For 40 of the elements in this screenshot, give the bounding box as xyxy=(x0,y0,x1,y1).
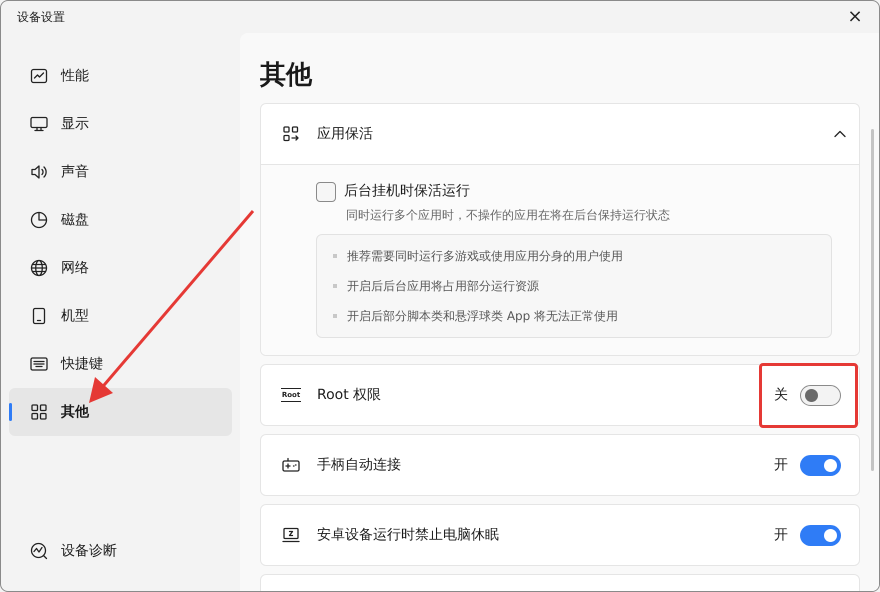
sidebar-item[interactable]: 机型 xyxy=(9,292,232,340)
setting-label: Root 权限 xyxy=(317,386,382,404)
laptop-sleep-icon xyxy=(281,525,301,545)
pie-chart-icon xyxy=(29,210,49,230)
section-title: 应用保活 xyxy=(317,124,374,144)
note-text: 开启后部分脚本类和悬浮球类 App 将无法正常使用 xyxy=(347,308,618,325)
bullet-icon xyxy=(333,284,337,288)
setting-label: 手柄自动连接 xyxy=(317,456,402,474)
toggle-state-text: 关 xyxy=(774,386,788,404)
sidebar-item[interactable]: 显示 xyxy=(9,100,232,148)
note-text: 推荐需要同时运行多游戏或使用应用分身的用户使用 xyxy=(347,248,623,265)
selection-indicator xyxy=(9,403,12,421)
apps-arrow-icon xyxy=(281,124,301,144)
sidebar-item[interactable]: 设备诊断 xyxy=(9,531,232,571)
bullet-icon xyxy=(333,254,337,258)
window-title: 设备设置 xyxy=(17,9,65,26)
toggle-state-text: 开 xyxy=(774,456,788,474)
chart-icon xyxy=(29,66,49,86)
sidebar-item[interactable]: 网络 xyxy=(9,244,232,292)
diagnosis-icon xyxy=(29,541,49,561)
toggle-state-text: 开 xyxy=(774,526,788,544)
grid-icon xyxy=(29,402,49,422)
sidebar-item[interactable]: 其他 xyxy=(9,388,232,436)
monitor-icon xyxy=(29,114,49,134)
close-button[interactable]: × xyxy=(843,5,867,29)
globe-icon xyxy=(29,258,49,278)
note-text: 开启后后台应用将占用部分运行资源 xyxy=(347,278,539,295)
sidebar-item[interactable]: 声音 xyxy=(9,148,232,196)
option-description: 同时运行多个应用时，不操作的应用在将在后台保持运行状态 xyxy=(345,207,671,224)
bullet-icon xyxy=(333,314,337,318)
toggle-switch[interactable] xyxy=(800,384,841,406)
sidebar-item[interactable]: 磁盘 xyxy=(9,196,232,244)
setting-label: 安卓设备运行时禁止电脑休眠 xyxy=(317,526,500,544)
toggle-switch[interactable] xyxy=(800,524,841,546)
checkbox-label: 后台挂机时保活运行 xyxy=(344,182,470,201)
sidebar-item[interactable]: 快捷键 xyxy=(9,340,232,388)
page-title: 其他 xyxy=(260,59,314,92)
checkbox[interactable] xyxy=(316,182,336,202)
toggle-switch[interactable] xyxy=(800,454,841,476)
sidebar-item[interactable]: 性能 xyxy=(9,52,232,100)
